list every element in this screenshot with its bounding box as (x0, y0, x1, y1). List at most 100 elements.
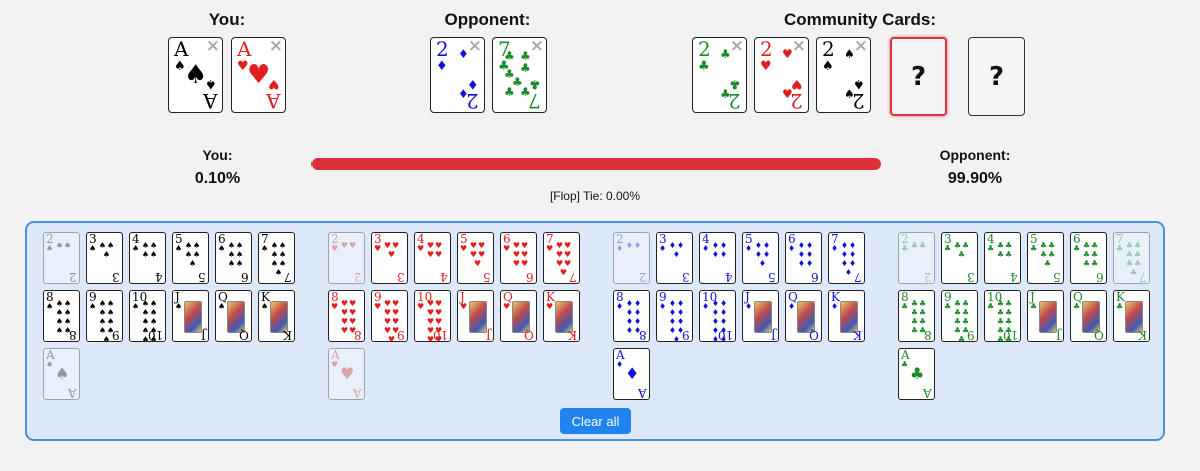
picker-card-5-diamonds[interactable]: 5 ♦ ♦♦♦♦♦ 5 (742, 232, 779, 284)
picker-card-3-clubs[interactable]: 3 ♣ ♣♣♣ 3 (941, 232, 978, 284)
picker-card-A-diamonds[interactable]: A ♦ ♦ A (613, 348, 650, 400)
remove-card-icon[interactable]: × (206, 38, 220, 55)
picker-card-Q-hearts[interactable]: Q ♥ Q (500, 290, 537, 342)
picker-card-K-hearts[interactable]: K ♥ K (543, 290, 580, 342)
card-suit: ♥ (331, 360, 339, 369)
remove-card-icon[interactable]: × (730, 38, 744, 55)
card-suit: ♣ (1073, 302, 1081, 311)
picker-card-6-hearts[interactable]: 6 ♥ ♥♥♥♥♥♥ 6 (500, 232, 537, 284)
card-suit: ♠ (218, 302, 226, 311)
card-rank: K (1138, 328, 1147, 342)
card-rank: 3 (397, 270, 405, 284)
remove-card-icon[interactable]: × (854, 38, 868, 55)
picker-card-Q-spades[interactable]: Q ♠ Q (215, 290, 252, 342)
card-rank: Q (524, 328, 534, 342)
picker-card-6-diamonds[interactable]: 6 ♦ ♦♦♦♦♦♦ 6 (785, 232, 822, 284)
picker-card-J-hearts[interactable]: J ♥ J (457, 290, 494, 342)
face-card-art (1039, 301, 1057, 333)
card-rank: 6 (1096, 270, 1104, 284)
playing-card[interactable]: 2 ♦ ♦ ♦ ♦ 2 × (430, 37, 485, 113)
equity-bar-opponent (311, 158, 881, 170)
picker-card-10-clubs[interactable]: 10 ♣ ♣♣♣♣♣♣♣♣♣♣ 10 (984, 290, 1021, 342)
picker-card-5-hearts[interactable]: 5 ♥ ♥♥♥♥♥ 5 (457, 232, 494, 284)
picker-card-8-clubs[interactable]: 8 ♣ ♣♣♣♣♣♣♣♣ 8 (898, 290, 935, 342)
picker-card-9-clubs[interactable]: 9 ♣ ♣♣♣♣♣♣♣♣♣ 9 (941, 290, 978, 342)
picker-card-10-diamonds[interactable]: 10 ♦ ♦♦♦♦♦♦♦♦♦♦ 10 (699, 290, 736, 342)
card-suit: ♣ (901, 360, 909, 369)
picker-card-K-diamonds[interactable]: K ♦ K (828, 290, 865, 342)
picker-card-K-clubs[interactable]: K ♣ K (1113, 290, 1150, 342)
remove-card-icon[interactable]: × (530, 38, 544, 55)
picker-card-4-diamonds[interactable]: 4 ♦ ♦♦♦♦ 4 (699, 232, 736, 284)
picker-card-7-spades[interactable]: 7 ♠ ♠♠♠♠♠♠♠ 7 (258, 232, 295, 284)
card-rank: 9 (967, 328, 975, 342)
card-rank: 2 (69, 270, 77, 284)
picker-card-A-clubs[interactable]: A ♣ ♣ A (898, 348, 935, 400)
you-equity-value: 0.10% (194, 170, 241, 187)
playing-card[interactable]: 7 ♣ ♣ ♣ ♣ ♣ ♣ ♣ ♣ ♣ 7 × (492, 37, 547, 113)
picker-card-7-hearts[interactable]: 7 ♥ ♥♥♥♥♥♥♥ 7 (543, 232, 580, 284)
playing-card[interactable]: 2 ♥ ♥ ♥ ♥ 2 × (754, 37, 809, 113)
picker-card-4-hearts[interactable]: 4 ♥ ♥♥♥♥ 4 (414, 232, 451, 284)
picker-card-10-spades[interactable]: 10 ♠ ♠♠♠♠♠♠♠♠♠♠ 10 (129, 290, 166, 342)
picker-card-9-spades[interactable]: 9 ♠ ♠♠♠♠♠♠♠♠♠ 9 (86, 290, 123, 342)
picker-card-8-hearts[interactable]: 8 ♥ ♥♥♥♥♥♥♥♥ 8 (328, 290, 365, 342)
picker-card-J-diamonds[interactable]: J ♦ J (742, 290, 779, 342)
card-rank: 8 (354, 328, 362, 342)
card-rank: 2 (924, 270, 932, 284)
picker-card-Q-diamonds[interactable]: Q ♦ Q (785, 290, 822, 342)
picker-card-6-clubs[interactable]: 6 ♣ ♣♣♣♣♣♣ 6 (1070, 232, 1107, 284)
picker-card-7-clubs[interactable]: 7 ♣ ♣♣♣♣♣♣♣ 7 (1113, 232, 1150, 284)
picker-card-9-hearts[interactable]: 9 ♥ ♥♥♥♥♥♥♥♥♥ 9 (371, 290, 408, 342)
picker-card-J-spades[interactable]: J ♠ J (172, 290, 209, 342)
opponent-equity: Opponent: 99.90% (920, 147, 1030, 188)
card-rank: 9 (112, 328, 120, 342)
picker-card-8-spades[interactable]: 8 ♠ ♠♠♠♠♠♠♠♠ 8 (43, 290, 80, 342)
picker-card-6-spades[interactable]: 6 ♠ ♠♠♠♠♠♠ 6 (215, 232, 252, 284)
picker-card-3-spades[interactable]: 3 ♠ ♠♠♠ 3 (86, 232, 123, 284)
empty-card-slot[interactable]: ? (968, 37, 1025, 116)
card-rank: J (771, 328, 776, 342)
equity-bar (311, 158, 881, 170)
picker-card-2-diamonds[interactable]: 2 ♦ ♦♦ 2 (613, 232, 650, 284)
picker-card-3-diamonds[interactable]: 3 ♦ ♦♦♦ 3 (656, 232, 693, 284)
remove-card-icon[interactable]: × (269, 38, 283, 55)
remove-card-icon[interactable]: × (468, 38, 482, 55)
picker-card-4-clubs[interactable]: 4 ♣ ♣♣♣♣ 4 (984, 232, 1021, 284)
playing-card[interactable]: 2 ♣ ♣ ♣ ♣ 2 × (692, 37, 747, 113)
opponent-heading: Opponent: (444, 10, 531, 29)
community-heading: Community Cards: (783, 10, 937, 29)
picker-card-2-hearts[interactable]: 2 ♥ ♥♥ 2 (328, 232, 365, 284)
card-suit: ♦ (745, 302, 753, 311)
card-rank: 3 (682, 270, 690, 284)
card-rank: A (68, 386, 77, 400)
card-rank: 2 (698, 37, 711, 61)
card-suit: ♥ (503, 302, 511, 311)
picker-card-Q-clubs[interactable]: Q ♣ Q (1070, 290, 1107, 342)
card-rank: 5 (198, 270, 206, 284)
face-card-art (184, 301, 202, 333)
picker-card-10-hearts[interactable]: 10 ♥ ♥♥♥♥♥♥♥♥♥♥ 10 (414, 290, 451, 342)
picker-card-8-diamonds[interactable]: 8 ♦ ♦♦♦♦♦♦♦♦ 8 (613, 290, 650, 342)
playing-card[interactable]: A ♥ ♥ ♥ A × (231, 37, 286, 113)
card-rank: A (237, 37, 252, 61)
picker-card-5-clubs[interactable]: 5 ♣ ♣♣♣♣♣ 5 (1027, 232, 1064, 284)
playing-card[interactable]: 2 ♠ ♠ ♠ ♠ 2 × (816, 37, 871, 113)
picker-card-3-hearts[interactable]: 3 ♥ ♥♥♥ 3 (371, 232, 408, 284)
picker-card-A-spades[interactable]: A ♠ ♠ A (43, 348, 80, 400)
picker-card-4-spades[interactable]: 4 ♠ ♠♠♠♠ 4 (129, 232, 166, 284)
playing-card[interactable]: A ♠ ♠ ♠ A × (168, 37, 223, 113)
card-rank: 7 (569, 270, 577, 284)
picker-card-5-spades[interactable]: 5 ♠ ♠♠♠♠♠ 5 (172, 232, 209, 284)
picker-card-7-diamonds[interactable]: 7 ♦ ♦♦♦♦♦♦♦ 7 (828, 232, 865, 284)
picker-card-K-spades[interactable]: K ♠ K (258, 290, 295, 342)
remove-card-icon[interactable]: × (792, 38, 806, 55)
empty-card-slot-selected[interactable]: ? (890, 37, 947, 116)
picker-card-J-clubs[interactable]: J ♣ J (1027, 290, 1064, 342)
picker-card-2-spades[interactable]: 2 ♠ ♠♠ 2 (43, 232, 80, 284)
clear-all-button[interactable]: Clear all (560, 408, 631, 434)
picker-card-2-clubs[interactable]: 2 ♣ ♣♣ 2 (898, 232, 935, 284)
picker-card-9-diamonds[interactable]: 9 ♦ ♦♦♦♦♦♦♦♦♦ 9 (656, 290, 693, 342)
picker-card-A-hearts[interactable]: A ♥ ♥ A (328, 348, 365, 400)
card-rank: 2 (852, 89, 865, 113)
